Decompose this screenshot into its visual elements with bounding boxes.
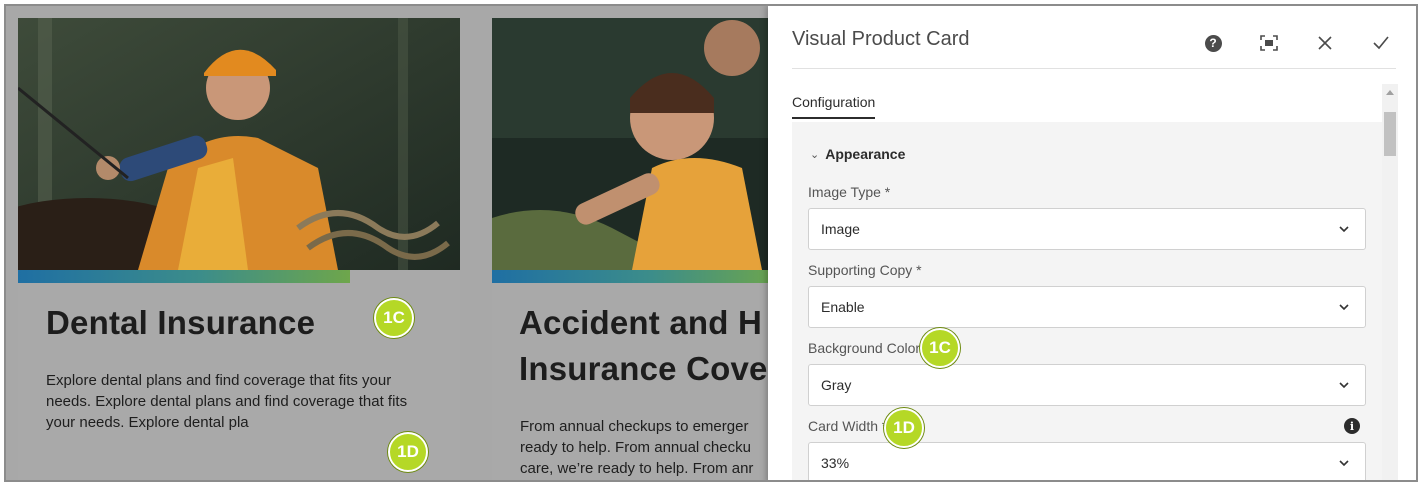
select-card-width[interactable]: 33% (808, 442, 1366, 480)
card-description: Explore dental plans and find coverage t… (46, 372, 408, 431)
component-dialog: Visual Product Card ? Configuration ⌄ Ap… (768, 6, 1416, 480)
chevron-down-icon (1339, 226, 1349, 233)
card-image-family (492, 18, 782, 270)
chevron-down-icon: ⌄ (810, 148, 820, 161)
product-card-accident[interactable]: Accident and H Insurance Cove From annua… (492, 18, 782, 480)
dialog-title: Visual Product Card (792, 28, 970, 50)
chevron-down-icon (1339, 382, 1349, 389)
close-icon (1318, 36, 1332, 50)
checkmark-icon (1373, 36, 1389, 50)
select-supporting-copy[interactable]: Enable (808, 286, 1366, 328)
config-panel: ⌄ Appearance Image Type * Image Supporti… (792, 122, 1382, 480)
help-icon: ? (1204, 34, 1222, 52)
select-background-color[interactable]: Gray (808, 364, 1366, 406)
scroll-up-arrow-icon[interactable] (1386, 90, 1394, 95)
label-card-width: Card Width * (808, 418, 888, 434)
chevron-down-icon (1339, 304, 1349, 311)
help-button[interactable]: ? (1198, 28, 1228, 58)
tab-configuration[interactable]: Configuration (792, 94, 876, 119)
fullscreen-button[interactable] (1254, 28, 1284, 58)
label-image-type: Image Type * (808, 184, 891, 200)
dialog-actions: ? (1198, 28, 1396, 58)
select-image-type[interactable]: Image (808, 208, 1366, 250)
chevron-down-icon (1339, 460, 1349, 467)
label-supporting-copy: Supporting Copy * (808, 262, 922, 278)
confirm-button[interactable] (1366, 28, 1396, 58)
card-title: Accident and H Insurance Cove (519, 304, 768, 387)
info-icon[interactable]: i (1344, 418, 1360, 434)
callout-1c: 1C (920, 328, 960, 368)
callout-1d: 1D (884, 408, 924, 448)
callout-1d: 1D (388, 432, 428, 472)
close-button[interactable] (1310, 28, 1340, 58)
page-preview: Dental Insurance Explore dental plans an… (4, 4, 1418, 482)
card-image-worker (18, 18, 460, 270)
scrollbar[interactable] (1382, 84, 1398, 480)
label-background-color: Background Color * (808, 340, 930, 356)
divider (792, 68, 1396, 69)
product-card-dental[interactable]: Dental Insurance Explore dental plans an… (18, 18, 460, 480)
section-appearance[interactable]: ⌄ Appearance (810, 146, 905, 162)
tab-list: Configuration (792, 94, 876, 119)
card-description: From annual checkups to emerger ready to… (520, 418, 754, 477)
callout-1c: 1C (374, 298, 414, 338)
card-title: Dental Insurance (46, 304, 316, 341)
accent-bar (18, 270, 350, 283)
accent-bar (492, 270, 782, 283)
fullscreen-icon (1260, 35, 1278, 51)
scrollbar-thumb[interactable] (1384, 112, 1396, 156)
